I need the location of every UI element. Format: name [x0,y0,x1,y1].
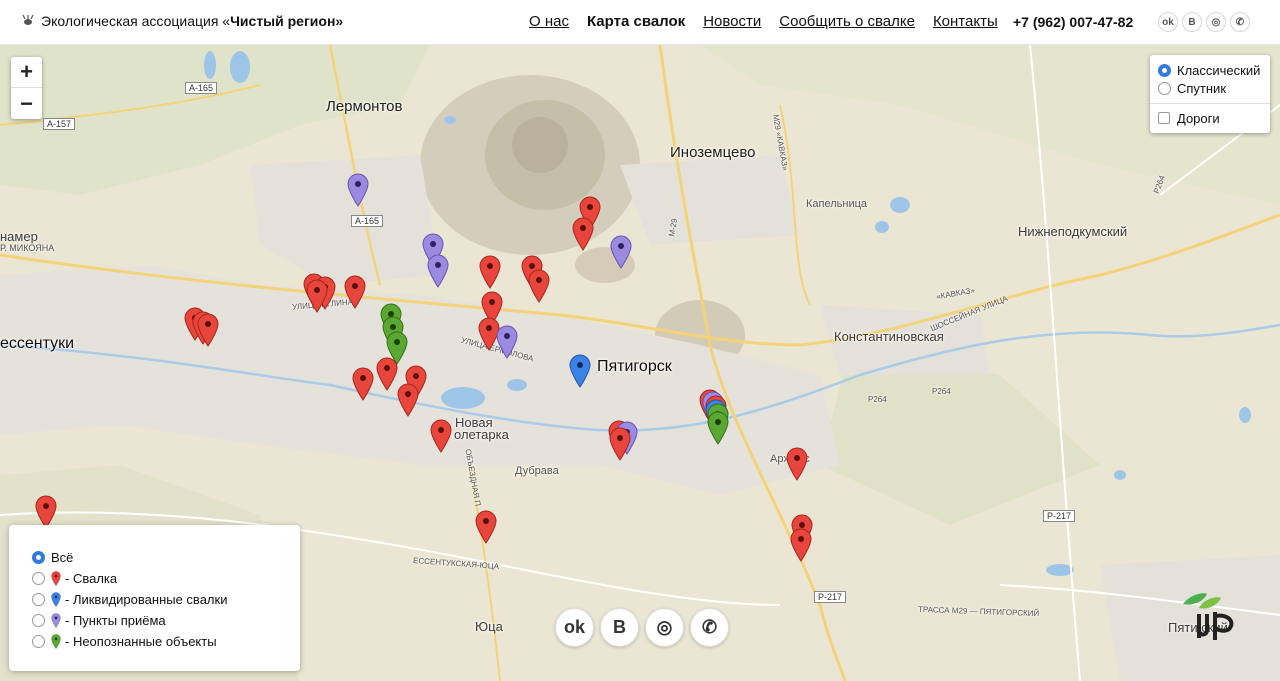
legend-label-all: Всё [51,550,74,565]
legend-label-liquidated: - Ликвидированные свалки [65,592,228,607]
red-marker[interactable] [352,367,374,401]
nav-contacts[interactable]: Контакты [933,13,998,30]
road-tag-p217-east: Р-217 [1043,510,1076,522]
red-marker[interactable] [572,217,594,251]
red-marker[interactable] [197,313,219,347]
legend-filter-collection[interactable]: - Пункты приёма [32,610,300,631]
layer-satellite-option[interactable]: Спутник [1158,79,1262,97]
legend-label-unidentified: - Неопознанные объекты [65,634,217,649]
map-label-mikoyana: Р. МИКОЯНА [0,243,55,253]
road-tag-a165-south: А-165 [351,215,384,227]
header-socials: ok B ◎ ✆ [1158,12,1250,32]
blue-marker[interactable] [569,354,591,388]
nav-report-dump[interactable]: Сообщить о свалке [779,13,915,30]
red-marker[interactable] [35,495,57,529]
layer-classic-option[interactable]: Классический [1158,61,1262,79]
layer-roads-label: Дороги [1177,110,1220,126]
map-label-yutsa: Юца [475,619,503,634]
purple-marker[interactable] [427,254,449,288]
map-label-pyatigorsk: Пятигорск [597,358,672,375]
brand-name: Чистый регион [230,13,336,29]
purple-marker[interactable] [496,325,518,359]
whatsapp-icon[interactable]: ✆ [1230,12,1250,32]
legend-label-dump: - Свалка [65,571,118,586]
filter-unidentified-radio[interactable] [32,635,45,648]
red-marker[interactable] [528,269,550,303]
map-label-lermontov: Лермонтов [326,98,403,115]
map-label-dubrava: Дубрава [515,465,559,477]
vk-icon[interactable]: B [600,608,639,647]
red-pin-icon [51,571,61,586]
filter-all-radio[interactable] [32,551,45,564]
legend-filter-all[interactable]: Всё [32,547,300,568]
layer-classic-radio[interactable] [1158,63,1171,77]
purple-marker[interactable] [347,173,369,207]
layer-divider [1150,103,1270,104]
filter-liquidated-radio[interactable] [32,593,45,606]
layer-switcher: Классический Спутник Дороги [1150,55,1270,133]
map-label-essentuki: ессентуки [0,335,75,352]
layer-classic-label: Классический [1177,62,1261,78]
map-label-inozemtsevo: Иноземцево [670,144,756,161]
layer-roads-option[interactable]: Дороги [1158,109,1262,127]
red-marker[interactable] [430,419,452,453]
red-marker[interactable] [786,447,808,481]
brand[interactable]: Экологическая ассоциация «Чистый регион» [20,13,343,29]
bee-logo-icon [22,14,34,25]
nav-about[interactable]: О нас [529,13,569,30]
site-header: Экологическая ассоциация «Чистый регион»… [0,0,1280,45]
instagram-icon[interactable]: ◎ [1206,12,1226,32]
footer-socials: ok B ◎ ✆ [555,608,729,647]
red-marker[interactable] [609,427,631,461]
road-label-p264-east: Р264 [932,387,951,396]
map-label-kapelnitsa: Капельница [806,198,868,210]
legend-filter-unidentified[interactable]: - Неопознанные объекты [32,631,300,652]
filter-collection-radio[interactable] [32,614,45,627]
map-label-nizhnepodkumsky: Нижнеподкумский [1018,224,1128,239]
odnoklassniki-icon[interactable]: ok [1158,12,1178,32]
purple-marker[interactable] [610,235,632,269]
zoom-out-button[interactable]: − [11,88,42,119]
instagram-icon[interactable]: ◎ [645,608,684,647]
brand-prefix: Экологическая ассоциация « [41,13,231,29]
road-label-p264-mid: Р264 [868,395,887,404]
nav-news[interactable]: Новости [703,13,761,30]
red-marker[interactable] [479,255,501,289]
legend-filter-liquidated[interactable]: - Ликвидированные свалки [32,589,300,610]
red-marker[interactable] [475,510,497,544]
legend-label-collection: - Пункты приёма [65,613,166,628]
red-marker[interactable] [306,279,328,313]
zoom-control: + − [11,57,42,119]
map-legend: Всё - Свалка - Ликвидированные свалки - … [9,525,300,671]
zoom-in-button[interactable]: + [11,57,42,88]
brand-suffix: » [335,13,344,29]
vk-icon[interactable]: B [1182,12,1202,32]
green-marker[interactable] [707,411,729,445]
odnoklassniki-icon[interactable]: ok [555,608,594,647]
map-label-konstantinovskaya: Константиновская [834,329,944,344]
filter-dump-radio[interactable] [32,572,45,585]
road-tag-a157: А-157 [43,118,76,130]
layer-satellite-label: Спутник [1177,80,1227,96]
road-tag-a165-north: А-165 [185,82,218,94]
green-pin-icon [51,634,61,649]
layer-roads-checkbox[interactable] [1158,112,1170,124]
legend-filter-dump[interactable]: - Свалка [32,568,300,589]
nav-dump-map[interactable]: Карта свалок [587,13,685,30]
red-marker[interactable] [397,383,419,417]
layer-satellite-radio[interactable] [1158,81,1171,95]
phone-number[interactable]: +7 (962) 007-47-82 [1013,14,1133,30]
road-tag-p217-south: Р-217 [814,591,847,603]
red-marker[interactable] [790,528,812,562]
purple-pin-icon [51,613,61,628]
main-nav: О нас Карта свалок Новости Сообщить о св… [529,13,1016,30]
whatsapp-icon[interactable]: ✆ [690,608,729,647]
map-label-proletarka: олетарка [454,427,509,442]
map-label-namer: намер [0,229,38,244]
chistiy-region-logo-icon [1183,593,1234,640]
red-marker[interactable] [344,275,366,309]
dump-map[interactable]: Лермонтов Иноземцево Капельница Нижнепод… [0,45,1280,681]
blue-pin-icon [51,592,61,607]
red-marker[interactable] [376,357,398,391]
